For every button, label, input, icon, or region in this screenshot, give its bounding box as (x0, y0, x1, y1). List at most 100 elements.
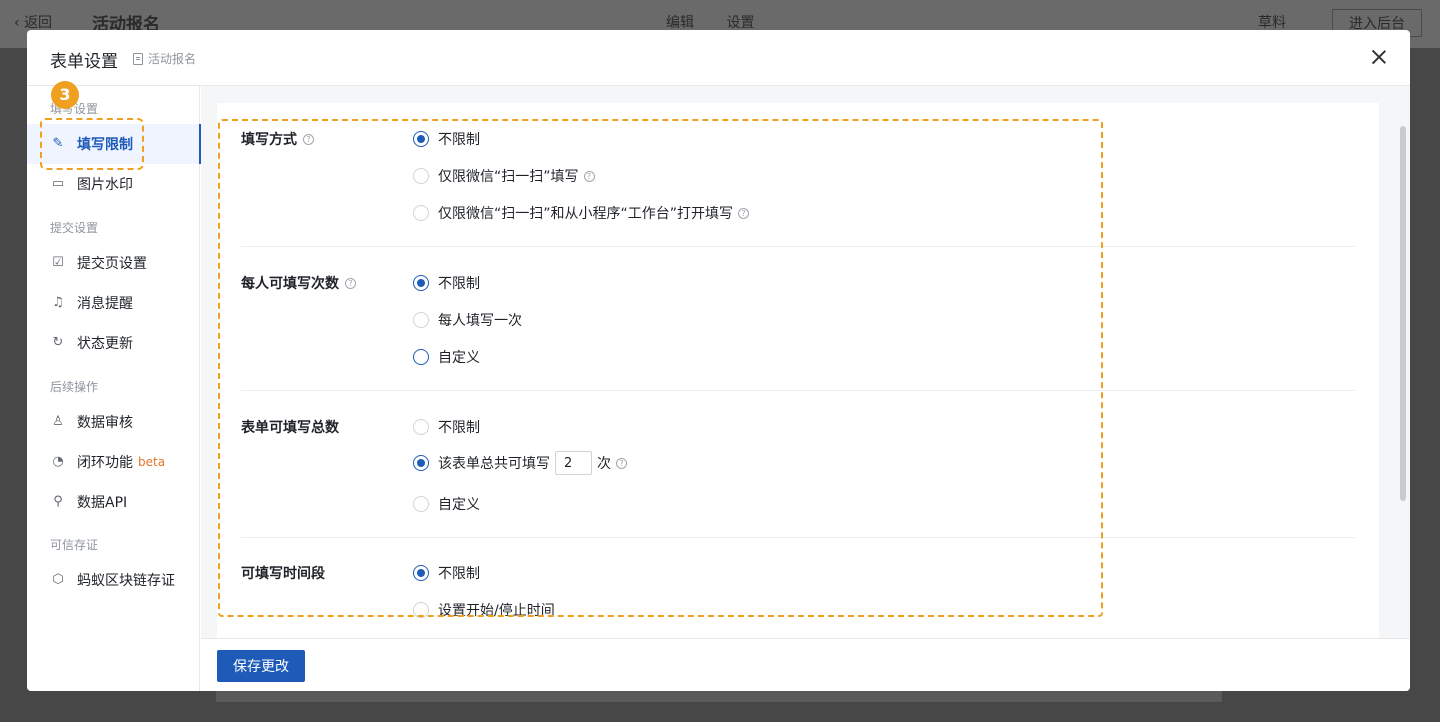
radio-selected[interactable] (413, 275, 429, 291)
section-label: 表单可填写总数 (241, 417, 339, 437)
sidebar-item-data-review[interactable]: ♙ 数据审核 (27, 402, 200, 442)
sidebar-item-label: 数据API (77, 495, 128, 511)
sidebar-item-label: 状态更新 (77, 336, 133, 352)
image-icon: ▭ (51, 176, 65, 191)
option-label: 仅限微信“扫一扫”填写 (438, 169, 579, 185)
modal-subtitle: 活动报名 (133, 50, 196, 67)
option-total-custom[interactable]: 自定义 (413, 494, 480, 514)
option-total-unlimited[interactable]: 不限制 (413, 417, 480, 437)
document-icon (133, 52, 143, 65)
sidebar-item-closed-loop[interactable]: ◔ 闭环功能 beta (27, 442, 200, 482)
sidebar-item-blockchain[interactable]: ⬡ 蚂蚁区块链存证 (27, 560, 200, 600)
radio-unselected[interactable] (413, 168, 429, 184)
help-icon[interactable]: ? (303, 133, 314, 145)
modal-footer: 保存更改 (201, 638, 1410, 691)
sidebar-item-data-api[interactable]: ⚲ 数据API (27, 482, 200, 522)
sidebar-item-label: 提交页设置 (77, 256, 147, 272)
option-per-person-unlimited[interactable]: 不限制 (413, 273, 480, 293)
option-time-unlimited[interactable]: 不限制 (413, 563, 480, 583)
total-count-input[interactable] (555, 451, 592, 475)
tab-edit: 编辑 (666, 15, 694, 31)
sidebar-group-followup: 后续操作 (50, 380, 99, 394)
radio-unselected[interactable] (413, 496, 429, 512)
option-label: 不限制 (438, 566, 480, 582)
help-icon[interactable]: ? (738, 207, 750, 219)
option-label: 每人填写一次 (438, 313, 522, 329)
sidebar-item-label: 闭环功能 (77, 455, 133, 471)
step-badge: 3 (51, 81, 79, 109)
link-icon: ⚲ (53, 494, 63, 509)
radio-selected[interactable] (413, 455, 429, 471)
bell-icon: ♫ (52, 295, 64, 310)
tab-settings: 设置 (726, 15, 755, 31)
option-time-set[interactable]: 设置开始/停止时间 (413, 600, 555, 620)
option-label: 不限制 (438, 276, 480, 292)
section-time-range: 可填写时间段 不限制 设置开始/停止时间 (241, 538, 1355, 638)
radio-unselected[interactable] (413, 602, 429, 618)
settings-sidebar: 填写设置 ✎ 填写限制 ▭ 图片水印 提交设置 ☑ 提交页设置 ♫ 消息提醒 ↻… (27, 86, 201, 691)
option-fill-wechat-workbench[interactable]: 仅限微信“扫一扫”和从小程序“工作台”打开填写 ? (413, 203, 750, 223)
radio-unselected[interactable] (413, 349, 429, 365)
help-icon[interactable]: ? (583, 170, 595, 182)
section-total: 表单可填写总数 不限制 该表单总共可填写 次 ? 自定义 (241, 391, 1355, 538)
section-label-text: 填写方式 (241, 132, 297, 148)
option-per-person-once[interactable]: 每人填写一次 (413, 310, 522, 330)
background-tabs: 编辑 设置 (666, 12, 782, 32)
option-label: 不限制 (438, 132, 480, 148)
draft-label: 草料 (1258, 15, 1286, 31)
modal-title: 表单设置 (50, 52, 118, 72)
content-scrollbar[interactable] (1396, 86, 1410, 638)
option-per-person-custom[interactable]: 自定义 (413, 347, 480, 367)
scrollbar-thumb[interactable] (1400, 126, 1406, 501)
option-label: 设置开始/停止时间 (438, 603, 555, 619)
option-label: 仅限微信“扫一扫”和从小程序“工作台”打开填写 (438, 206, 734, 222)
settings-card: 填写方式 ? 不限制 仅限微信“扫一扫”填写 ? 仅限微信“扫一扫”和从小程序“… (217, 103, 1379, 638)
option-fill-unlimited[interactable]: 不限制 (413, 129, 480, 149)
sidebar-item-notification[interactable]: ♫ 消息提醒 (27, 283, 200, 323)
section-label: 可填写时间段 (241, 563, 325, 583)
section-label-text: 表单可填写总数 (241, 420, 339, 436)
radio-unselected[interactable] (413, 312, 429, 328)
radio-unselected[interactable] (413, 205, 429, 221)
loop-icon: ◔ (52, 454, 64, 469)
checklist-icon: ☑ (52, 255, 64, 270)
section-label-text: 每人可填写次数 (241, 276, 339, 292)
beta-badge: beta (138, 455, 166, 469)
sidebar-item-label: 消息提醒 (77, 296, 133, 312)
sidebar-item-label: 图片水印 (77, 177, 133, 193)
sidebar-item-watermark[interactable]: ▭ 图片水印 (27, 164, 200, 204)
radio-selected[interactable] (413, 131, 429, 147)
section-label-text: 可填写时间段 (241, 566, 325, 582)
sidebar-group-submit: 提交设置 (50, 221, 99, 235)
sidebar-item-label: 数据审核 (77, 415, 133, 431)
option-label: 自定义 (438, 350, 480, 366)
sidebar-item-submit-page[interactable]: ☑ 提交页设置 (27, 243, 200, 283)
refresh-icon: ↻ (52, 335, 64, 350)
sidebar-item-label: 蚂蚁区块链存证 (77, 573, 175, 589)
help-icon[interactable]: ? (616, 457, 627, 469)
section-per-person: 每人可填写次数 ? 不限制 每人填写一次 自定义 (241, 247, 1355, 391)
sidebar-item-label: 填写限制 (77, 137, 133, 153)
radio-selected[interactable] (413, 565, 429, 581)
modal-subtitle-text: 活动报名 (148, 52, 197, 66)
settings-content: 填写方式 ? 不限制 仅限微信“扫一扫”填写 ? 仅限微信“扫一扫”和从小程序“… (201, 86, 1396, 638)
sidebar-item-fill-limit[interactable]: ✎ 填写限制 (27, 124, 201, 164)
option-fill-wechat-scan[interactable]: 仅限微信“扫一扫”填写 ? (413, 166, 595, 186)
blockchain-icon: ⬡ (52, 572, 64, 587)
count-unit: 次 (597, 456, 611, 472)
help-icon[interactable]: ? (345, 277, 356, 289)
radio-unselected[interactable] (413, 419, 429, 435)
pen-icon: ✎ (52, 136, 64, 151)
close-icon[interactable] (1368, 46, 1390, 68)
back-link: ‹ 返回 (14, 15, 53, 31)
section-label: 每人可填写次数 ? (241, 273, 356, 293)
option-label: 该表单总共可填写 (438, 456, 550, 472)
stamp-icon: ♙ (52, 414, 64, 429)
option-total-count[interactable]: 该表单总共可填写 次 ? (413, 451, 627, 475)
option-label: 不限制 (438, 420, 480, 436)
sidebar-group-evidence: 可信存证 (50, 538, 99, 552)
sidebar-item-status-update[interactable]: ↻ 状态更新 (27, 323, 200, 363)
option-label: 自定义 (438, 497, 480, 513)
section-fill-method: 填写方式 ? 不限制 仅限微信“扫一扫”填写 ? 仅限微信“扫一扫”和从小程序“… (241, 103, 1355, 247)
save-changes-button[interactable]: 保存更改 (217, 650, 305, 682)
